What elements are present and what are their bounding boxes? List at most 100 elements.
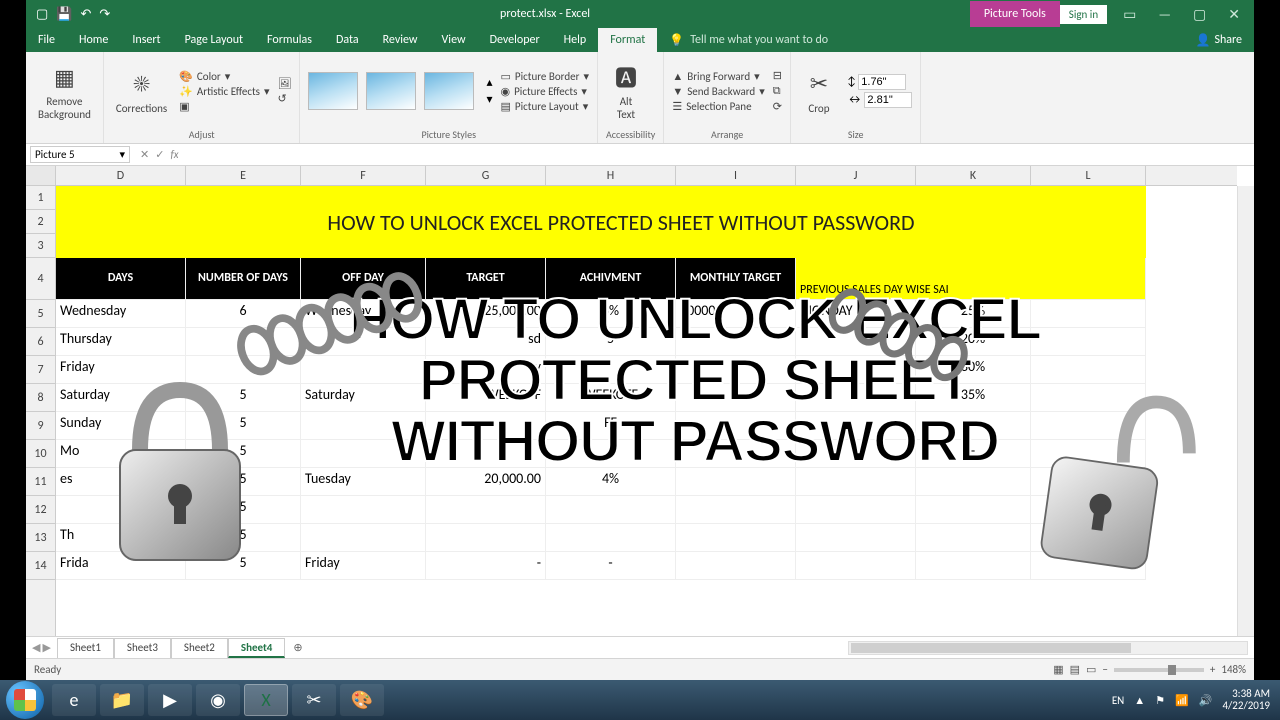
table-cell[interactable] xyxy=(796,356,916,384)
table-cell[interactable] xyxy=(676,524,796,552)
table-cell[interactable] xyxy=(301,328,426,356)
rotate-button[interactable]: ⟳ xyxy=(773,100,782,113)
color-button[interactable]: 🎨Color ▾ xyxy=(179,70,269,83)
table-cell[interactable] xyxy=(546,440,676,468)
taskbar-explorer-icon[interactable]: 📁 xyxy=(100,684,144,716)
table-cell[interactable] xyxy=(676,440,796,468)
table-cell[interactable] xyxy=(301,524,426,552)
table-cell[interactable]: ay xyxy=(426,356,546,384)
cells-grid[interactable]: HOW TO UNLOCK EXCEL PROTECTED SHEET WITH… xyxy=(56,186,1237,636)
row-header[interactable]: 9 xyxy=(26,412,55,440)
table-cell[interactable]: - xyxy=(426,552,546,580)
table-cell[interactable]: FF xyxy=(546,412,676,440)
change-picture-button[interactable]: 🖼 xyxy=(278,77,292,90)
select-all-triangle[interactable] xyxy=(26,166,56,185)
table-cell[interactable] xyxy=(301,496,426,524)
taskbar-chrome-icon[interactable]: ◉ xyxy=(196,684,240,716)
table-cell[interactable]: 4% xyxy=(546,468,676,496)
styles-more-up[interactable]: ▴ xyxy=(486,75,492,90)
align-button[interactable]: ⊟ xyxy=(773,69,782,82)
table-cell[interactable] xyxy=(426,412,546,440)
taskbar-snip-icon[interactable]: ✂ xyxy=(292,684,336,716)
tab-home[interactable]: Home xyxy=(67,28,120,52)
table-cell[interactable] xyxy=(426,496,546,524)
table-cell[interactable] xyxy=(916,496,1031,524)
close-icon[interactable]: ✕ xyxy=(1222,6,1246,23)
table-cell[interactable] xyxy=(426,524,546,552)
tab-developer[interactable]: Developer xyxy=(478,28,552,52)
table-cell[interactable]: Wednesday xyxy=(301,300,426,328)
table-cell[interactable] xyxy=(676,412,796,440)
vertical-scrollbar[interactable] xyxy=(1237,186,1254,636)
sheet-tab[interactable]: Sheet1 xyxy=(57,638,114,658)
table-cell[interactable] xyxy=(796,412,916,440)
view-normal-icon[interactable]: ▦ xyxy=(1053,663,1063,676)
table-cell[interactable]: 35% xyxy=(916,384,1031,412)
start-button[interactable] xyxy=(6,681,44,719)
row-header[interactable]: 10 xyxy=(26,440,55,468)
bring-forward-button[interactable]: ▲Bring Forward ▾ xyxy=(672,70,764,83)
reset-picture-button[interactable]: ↺ xyxy=(278,92,292,105)
row-header[interactable]: 13 xyxy=(26,524,55,552)
minimize-icon[interactable]: — xyxy=(1152,6,1177,23)
view-break-icon[interactable]: ▭ xyxy=(1086,663,1096,676)
picture-style-2[interactable] xyxy=(366,72,416,110)
table-cell[interactable] xyxy=(301,412,426,440)
table-cell[interactable] xyxy=(1031,300,1146,328)
table-cell[interactable]: 5 xyxy=(186,496,301,524)
table-cell[interactable]: sd xyxy=(426,328,546,356)
tab-nav-prev[interactable]: ◀ xyxy=(32,641,40,654)
table-cell[interactable] xyxy=(916,524,1031,552)
table-cell[interactable]: 5 xyxy=(186,468,301,496)
table-cell[interactable] xyxy=(796,468,916,496)
tab-review[interactable]: Review xyxy=(371,28,430,52)
tray-lang[interactable]: EN xyxy=(1112,694,1124,707)
table-cell[interactable]: Wednesday xyxy=(56,300,186,328)
table-cell[interactable]: Th xyxy=(56,524,186,552)
table-cell[interactable] xyxy=(546,524,676,552)
table-cell[interactable]: 5 xyxy=(186,412,301,440)
row-header[interactable]: 2 xyxy=(26,210,55,234)
taskbar-media-icon[interactable]: ▶ xyxy=(148,684,192,716)
tray-network-icon[interactable]: 📶 xyxy=(1175,694,1189,707)
namebox-dropdown-icon[interactable]: ▾ xyxy=(119,148,125,161)
maximize-icon[interactable]: ▢ xyxy=(1187,6,1212,23)
column-header[interactable]: L xyxy=(1031,166,1146,185)
artistic-effects-button[interactable]: ✨Artistic Effects ▾ xyxy=(179,85,269,98)
table-cell[interactable]: 5 xyxy=(186,524,301,552)
cancel-formula-icon[interactable]: ✕ xyxy=(140,148,149,161)
table-cell[interactable] xyxy=(546,356,676,384)
enter-formula-icon[interactable]: ✓ xyxy=(155,148,164,161)
table-cell[interactable]: Friday xyxy=(56,356,186,384)
table-cell[interactable] xyxy=(1031,440,1146,468)
table-cell[interactable] xyxy=(546,496,676,524)
redo-icon[interactable]: ↷ xyxy=(99,7,110,22)
zoom-out-button[interactable]: − xyxy=(1102,663,1107,676)
zoom-level[interactable]: 148% xyxy=(1221,663,1246,676)
table-cell[interactable] xyxy=(1031,384,1146,412)
table-cell[interactable] xyxy=(1031,412,1146,440)
table-cell[interactable]: Sunday xyxy=(56,412,186,440)
table-cell[interactable] xyxy=(796,524,916,552)
row-header[interactable]: 3 xyxy=(26,234,55,258)
row-header[interactable]: 4 xyxy=(26,258,55,300)
table-cell[interactable]: Friday xyxy=(301,552,426,580)
column-header[interactable]: E xyxy=(186,166,301,185)
table-cell[interactable]: WEEKOFF xyxy=(426,384,546,412)
group-button[interactable]: ⧉ xyxy=(773,84,782,98)
alt-text-button[interactable]: 🅰 Alt Text xyxy=(606,59,646,123)
row-header[interactable]: 11 xyxy=(26,468,55,496)
table-cell[interactable]: 5 xyxy=(186,440,301,468)
tab-file[interactable]: File xyxy=(26,28,67,52)
picture-style-3[interactable] xyxy=(424,72,474,110)
tray-volume-icon[interactable]: 🔊 xyxy=(1199,694,1213,707)
table-cell[interactable] xyxy=(676,552,796,580)
table-cell[interactable]: 5 xyxy=(546,328,676,356)
row-header[interactable]: 1 xyxy=(26,186,55,210)
tab-nav-next[interactable]: ▶ xyxy=(42,641,50,654)
view-layout-icon[interactable]: ▤ xyxy=(1070,663,1080,676)
table-cell[interactable] xyxy=(186,356,301,384)
taskbar-paint-icon[interactable]: 🎨 xyxy=(340,684,384,716)
tray-flag-icon[interactable]: ⚑ xyxy=(1155,694,1165,707)
tab-formulas[interactable]: Formulas xyxy=(255,28,324,52)
